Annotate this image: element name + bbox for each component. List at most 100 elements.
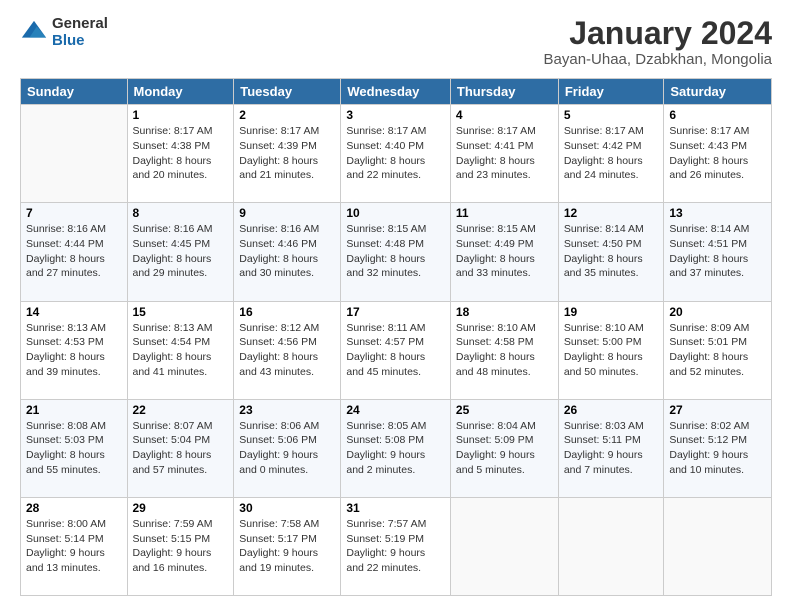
day-info: Sunrise: 7:57 AMSunset: 5:19 PMDaylight:… [346, 517, 445, 576]
cell-week5-day6 [664, 497, 772, 595]
day-info: Sunrise: 8:10 AMSunset: 5:00 PMDaylight:… [564, 321, 659, 380]
header-saturday: Saturday [664, 79, 772, 105]
cell-week2-day4: 11 Sunrise: 8:15 AMSunset: 4:49 PMDaylig… [450, 203, 558, 301]
day-info: Sunrise: 8:04 AMSunset: 5:09 PMDaylight:… [456, 419, 553, 478]
day-info: Sunrise: 8:05 AMSunset: 5:08 PMDaylight:… [346, 419, 445, 478]
subtitle: Bayan-Uhaa, Dzabkhan, Mongolia [544, 51, 772, 68]
cell-week3-day1: 15 Sunrise: 8:13 AMSunset: 4:54 PMDaylig… [127, 301, 234, 399]
page-header: General Blue January 2024 Bayan-Uhaa, Dz… [20, 16, 772, 68]
cell-week2-day5: 12 Sunrise: 8:14 AMSunset: 4:50 PMDaylig… [558, 203, 664, 301]
header-tuesday: Tuesday [234, 79, 341, 105]
week-row-5: 28 Sunrise: 8:00 AMSunset: 5:14 PMDaylig… [21, 497, 772, 595]
cell-week3-day4: 18 Sunrise: 8:10 AMSunset: 4:58 PMDaylig… [450, 301, 558, 399]
cell-week1-day5: 5 Sunrise: 8:17 AMSunset: 4:42 PMDayligh… [558, 105, 664, 203]
cell-week1-day6: 6 Sunrise: 8:17 AMSunset: 4:43 PMDayligh… [664, 105, 772, 203]
day-info: Sunrise: 7:58 AMSunset: 5:17 PMDaylight:… [239, 517, 335, 576]
day-number: 17 [346, 305, 445, 319]
cell-week5-day3: 31 Sunrise: 7:57 AMSunset: 5:19 PMDaylig… [341, 497, 451, 595]
cell-week5-day2: 30 Sunrise: 7:58 AMSunset: 5:17 PMDaylig… [234, 497, 341, 595]
day-number: 19 [564, 305, 659, 319]
day-number: 24 [346, 403, 445, 417]
day-number: 18 [456, 305, 553, 319]
day-info: Sunrise: 8:03 AMSunset: 5:11 PMDaylight:… [564, 419, 659, 478]
week-row-1: 1 Sunrise: 8:17 AMSunset: 4:38 PMDayligh… [21, 105, 772, 203]
day-number: 6 [669, 108, 766, 122]
day-number: 7 [26, 206, 122, 220]
day-number: 29 [133, 501, 229, 515]
day-number: 12 [564, 206, 659, 220]
day-number: 11 [456, 206, 553, 220]
day-number: 20 [669, 305, 766, 319]
logo: General Blue [20, 16, 108, 49]
day-info: Sunrise: 8:06 AMSunset: 5:06 PMDaylight:… [239, 419, 335, 478]
cell-week4-day4: 25 Sunrise: 8:04 AMSunset: 5:09 PMDaylig… [450, 399, 558, 497]
cell-week1-day2: 2 Sunrise: 8:17 AMSunset: 4:39 PMDayligh… [234, 105, 341, 203]
cell-week4-day2: 23 Sunrise: 8:06 AMSunset: 5:06 PMDaylig… [234, 399, 341, 497]
cell-week3-day5: 19 Sunrise: 8:10 AMSunset: 5:00 PMDaylig… [558, 301, 664, 399]
day-number: 25 [456, 403, 553, 417]
day-number: 14 [26, 305, 122, 319]
day-number: 2 [239, 108, 335, 122]
header-sunday: Sunday [21, 79, 128, 105]
day-info: Sunrise: 8:16 AMSunset: 4:45 PMDaylight:… [133, 222, 229, 281]
day-info: Sunrise: 8:10 AMSunset: 4:58 PMDaylight:… [456, 321, 553, 380]
day-info: Sunrise: 8:14 AMSunset: 4:51 PMDaylight:… [669, 222, 766, 281]
day-number: 15 [133, 305, 229, 319]
day-info: Sunrise: 8:16 AMSunset: 4:44 PMDaylight:… [26, 222, 122, 281]
cell-week5-day5 [558, 497, 664, 595]
day-number: 30 [239, 501, 335, 515]
cell-week1-day0 [21, 105, 128, 203]
logo-icon [20, 19, 48, 47]
logo-text: General Blue [52, 16, 108, 49]
day-number: 5 [564, 108, 659, 122]
day-info: Sunrise: 8:16 AMSunset: 4:46 PMDaylight:… [239, 222, 335, 281]
day-info: Sunrise: 8:11 AMSunset: 4:57 PMDaylight:… [346, 321, 445, 380]
day-info: Sunrise: 8:07 AMSunset: 5:04 PMDaylight:… [133, 419, 229, 478]
day-number: 16 [239, 305, 335, 319]
day-number: 21 [26, 403, 122, 417]
week-row-3: 14 Sunrise: 8:13 AMSunset: 4:53 PMDaylig… [21, 301, 772, 399]
day-number: 3 [346, 108, 445, 122]
week-row-4: 21 Sunrise: 8:08 AMSunset: 5:03 PMDaylig… [21, 399, 772, 497]
cell-week3-day2: 16 Sunrise: 8:12 AMSunset: 4:56 PMDaylig… [234, 301, 341, 399]
day-info: Sunrise: 7:59 AMSunset: 5:15 PMDaylight:… [133, 517, 229, 576]
day-number: 9 [239, 206, 335, 220]
cell-week3-day0: 14 Sunrise: 8:13 AMSunset: 4:53 PMDaylig… [21, 301, 128, 399]
header-monday: Monday [127, 79, 234, 105]
logo-blue: Blue [52, 33, 108, 50]
cell-week1-day3: 3 Sunrise: 8:17 AMSunset: 4:40 PMDayligh… [341, 105, 451, 203]
day-info: Sunrise: 8:17 AMSunset: 4:40 PMDaylight:… [346, 124, 445, 183]
cell-week4-day6: 27 Sunrise: 8:02 AMSunset: 5:12 PMDaylig… [664, 399, 772, 497]
cell-week2-day2: 9 Sunrise: 8:16 AMSunset: 4:46 PMDayligh… [234, 203, 341, 301]
cell-week4-day5: 26 Sunrise: 8:03 AMSunset: 5:11 PMDaylig… [558, 399, 664, 497]
day-number: 26 [564, 403, 659, 417]
cell-week1-day4: 4 Sunrise: 8:17 AMSunset: 4:41 PMDayligh… [450, 105, 558, 203]
day-info: Sunrise: 8:17 AMSunset: 4:41 PMDaylight:… [456, 124, 553, 183]
day-number: 27 [669, 403, 766, 417]
day-info: Sunrise: 8:13 AMSunset: 4:53 PMDaylight:… [26, 321, 122, 380]
cell-week5-day1: 29 Sunrise: 7:59 AMSunset: 5:15 PMDaylig… [127, 497, 234, 595]
day-number: 8 [133, 206, 229, 220]
day-info: Sunrise: 8:17 AMSunset: 4:42 PMDaylight:… [564, 124, 659, 183]
logo-general: General [52, 16, 108, 33]
day-number: 10 [346, 206, 445, 220]
day-number: 1 [133, 108, 229, 122]
day-number: 13 [669, 206, 766, 220]
cell-week4-day1: 22 Sunrise: 8:07 AMSunset: 5:04 PMDaylig… [127, 399, 234, 497]
header-friday: Friday [558, 79, 664, 105]
cell-week5-day4 [450, 497, 558, 595]
title-area: January 2024 Bayan-Uhaa, Dzabkhan, Mongo… [544, 16, 772, 68]
day-info: Sunrise: 8:15 AMSunset: 4:48 PMDaylight:… [346, 222, 445, 281]
day-number: 28 [26, 501, 122, 515]
calendar-header-row: Sunday Monday Tuesday Wednesday Thursday… [21, 79, 772, 105]
cell-week2-day1: 8 Sunrise: 8:16 AMSunset: 4:45 PMDayligh… [127, 203, 234, 301]
day-number: 23 [239, 403, 335, 417]
header-wednesday: Wednesday [341, 79, 451, 105]
cell-week2-day0: 7 Sunrise: 8:16 AMSunset: 4:44 PMDayligh… [21, 203, 128, 301]
cell-week4-day3: 24 Sunrise: 8:05 AMSunset: 5:08 PMDaylig… [341, 399, 451, 497]
day-number: 31 [346, 501, 445, 515]
day-number: 22 [133, 403, 229, 417]
cell-week1-day1: 1 Sunrise: 8:17 AMSunset: 4:38 PMDayligh… [127, 105, 234, 203]
day-number: 4 [456, 108, 553, 122]
cell-week4-day0: 21 Sunrise: 8:08 AMSunset: 5:03 PMDaylig… [21, 399, 128, 497]
